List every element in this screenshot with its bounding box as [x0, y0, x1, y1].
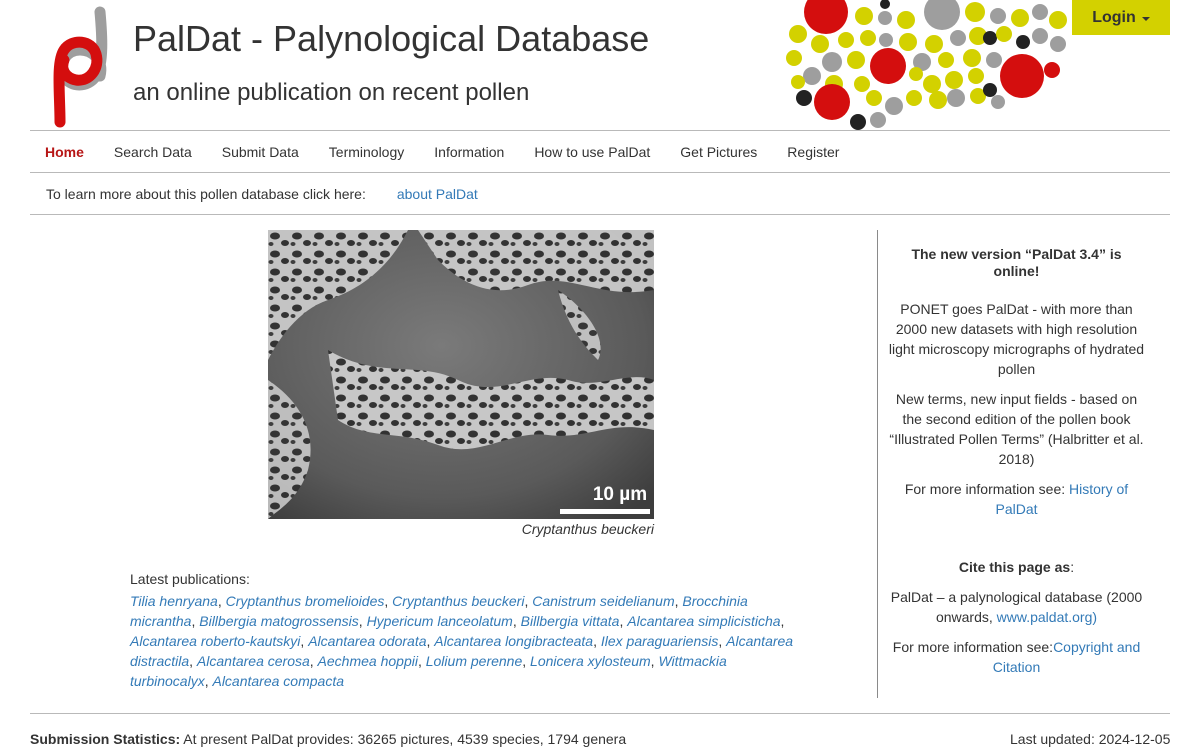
login-label: Login [1092, 8, 1136, 26]
footer-divider [30, 713, 1170, 714]
info-bar-text: To learn more about this pollen database… [46, 185, 366, 202]
main-nav: Home Search Data Submit Data Terminology… [30, 131, 1170, 172]
nav-item-register[interactable]: Register [772, 144, 854, 160]
publication-link[interactable]: Alcantarea cerosa [197, 653, 310, 669]
publication-link[interactable]: Lonicera xylosteum [530, 653, 651, 669]
list-separator: , [780, 613, 785, 629]
list-separator: , [384, 593, 393, 609]
more-info-text: For more information see: [904, 481, 1066, 497]
scale-label: 10 µm [593, 484, 647, 505]
submission-statistics: Submission Statistics: At present PalDat… [30, 731, 626, 747]
pollen-dots-graphic [786, 0, 1067, 130]
cite-heading-text: Cite this page as [958, 559, 1071, 575]
nav-item-how-to-use[interactable]: How to use PalDat [519, 144, 665, 160]
more-info-text-2: For more information see: [892, 639, 1054, 655]
nav-item-home[interactable]: Home [30, 144, 99, 160]
list-separator: , [417, 653, 426, 669]
publication-link[interactable]: Alcantarea longibracteata [434, 633, 593, 649]
list-separator: , [512, 613, 521, 629]
about-paldat-link[interactable]: about PalDat [397, 186, 478, 202]
image-caption: Cryptanthus beuckeri [521, 521, 654, 537]
pollen-micrograph-image[interactable]: 10 µm [268, 230, 654, 519]
news-sidebar: The new version “PalDat 3.4” is online! … [888, 246, 1145, 687]
news-paragraph-terms: New terms, new input fields - based on t… [889, 391, 1144, 467]
last-updated: Last updated: 2024-12-05 [1010, 731, 1171, 747]
publication-link[interactable]: Ilex paraguariensis [601, 633, 719, 649]
publication-link[interactable]: Aechmea hoppii [318, 653, 418, 669]
publication-link[interactable]: Alcantarea simplicisticha [627, 613, 780, 629]
info-bar: To learn more about this pollen database… [30, 173, 1170, 214]
nav-item-information[interactable]: Information [419, 144, 519, 160]
publication-link[interactable]: Canistrum seidelianum [532, 593, 674, 609]
publication-link[interactable]: Hypericum lanceolatum [367, 613, 513, 629]
copyright-info: For more information see:Copyright and C… [888, 637, 1145, 677]
publication-link[interactable]: Alcantarea roberto-kautskyi [130, 633, 300, 649]
nav-item-submit-data[interactable]: Submit Data [207, 144, 314, 160]
nav-item-search-data[interactable]: Search Data [99, 144, 207, 160]
publication-link[interactable]: Lolium perenne [426, 653, 523, 669]
site-title: PalDat - Palynological Database [133, 18, 650, 59]
publication-link[interactable]: Alcantarea compacta [212, 673, 344, 689]
publication-link[interactable]: Billbergia matogrossensis [199, 613, 359, 629]
pollen-micrograph-picture: 10 µm [268, 230, 654, 519]
content-divider [30, 214, 1170, 215]
site-subtitle: an online publication on recent pollen [133, 79, 530, 106]
nav-item-terminology[interactable]: Terminology [314, 144, 419, 160]
caret-down-icon [1141, 16, 1150, 21]
list-separator: , [358, 613, 367, 629]
nav-item-get-pictures[interactable]: Get Pictures [665, 144, 772, 160]
paldat-url-link[interactable]: www.paldat.org) [997, 609, 1097, 625]
stats-text: At present PalDat provides: 36265 pictur… [183, 731, 627, 747]
list-separator: , [309, 653, 318, 669]
login-button[interactable]: Login [1072, 0, 1170, 35]
publication-link[interactable]: Billbergia vittata [521, 613, 620, 629]
publication-link[interactable]: Cryptanthus beuckeri [392, 593, 524, 609]
stats-label: Submission Statistics: [30, 731, 181, 747]
publication-link[interactable]: Cryptanthus bromelioides [226, 593, 385, 609]
list-separator: , [189, 653, 197, 669]
news-paragraph-ponet: PONET goes PalDat - with more than 2000 … [888, 301, 1145, 377]
list-separator: , [217, 593, 226, 609]
publication-link[interactable]: Tilia henryana [130, 593, 218, 609]
list-separator: , [593, 633, 601, 649]
latest-publications-list: Tilia henryana, Cryptanthus bromelioides… [130, 591, 800, 691]
scale-bar [560, 509, 650, 514]
news-headline: The new version “PalDat 3.4” is online! [911, 246, 1122, 279]
paldat-logo[interactable] [44, 4, 118, 128]
paldat-logo-icon [53, 6, 108, 128]
latest-publications-label: Latest publications: [130, 571, 250, 587]
cite-heading: Cite this page as: [888, 557, 1145, 577]
pollen-dots-banner [782, 0, 1072, 130]
column-divider [877, 230, 878, 698]
list-separator: , [718, 633, 727, 649]
history-info: For more information see: History of Pal… [888, 479, 1145, 519]
publication-link[interactable]: Alcantarea odorata [308, 633, 426, 649]
citation-text: PalDat – a palynological database (2000 … [888, 587, 1145, 627]
list-separator: , [522, 653, 531, 669]
cite-heading-colon: : [1070, 559, 1075, 575]
